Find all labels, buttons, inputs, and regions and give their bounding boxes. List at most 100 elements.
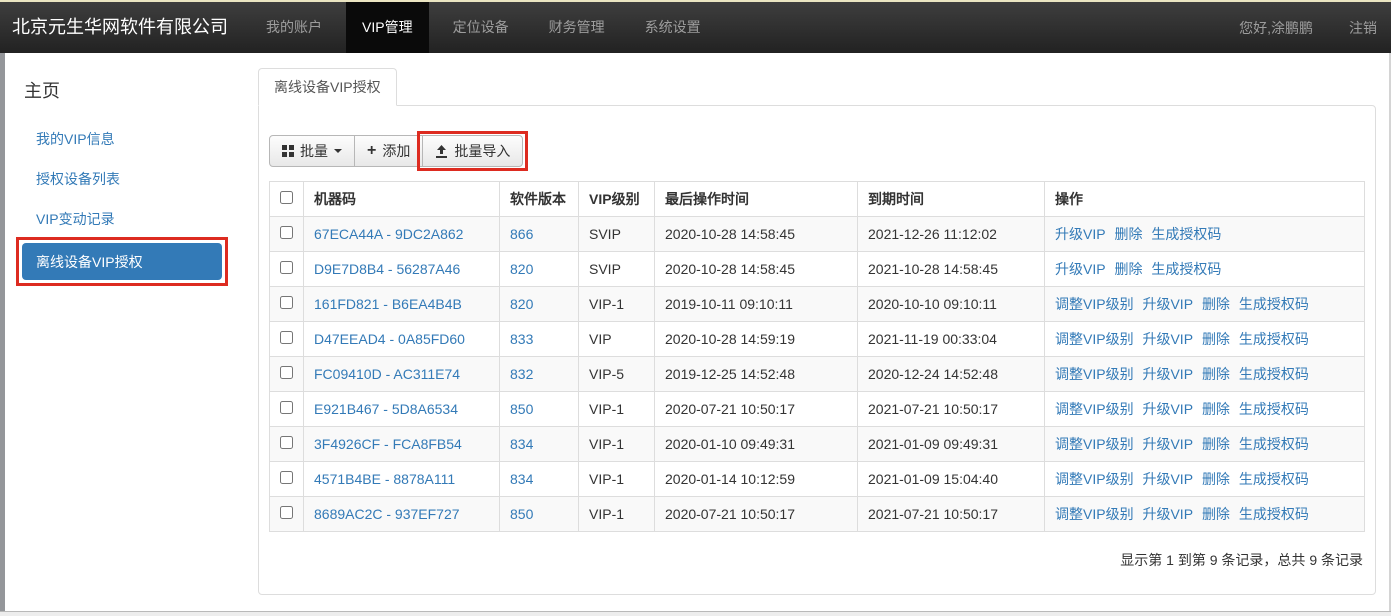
action-link[interactable]: 升级VIP [1142,401,1193,417]
action-link[interactable]: 升级VIP [1142,366,1193,382]
brand: 北京元生华网软件有限公司 [0,2,246,53]
bulk-import-button[interactable]: 批量导入 [422,135,523,167]
row-checkbox[interactable] [280,226,293,239]
sidebar-item[interactable]: 离线设备VIP授权 [22,243,222,280]
sidebar-item[interactable]: 授权设备列表 [24,159,258,199]
sidebar-item-link[interactable]: 我的VIP信息 [24,129,115,149]
row-checkbox[interactable] [280,436,293,449]
action-link[interactable]: 删除 [1202,401,1230,417]
action-link[interactable]: 调整VIP级别 [1055,401,1134,417]
machine-code-link[interactable]: 67ECA44A - 9DC2A862 [314,226,463,242]
action-link[interactable]: 生成授权码 [1239,331,1309,347]
action-link[interactable]: 升级VIP [1055,261,1106,277]
sidebar-item[interactable]: VIP变动记录 [24,199,258,239]
version-link[interactable]: 820 [510,261,533,277]
action-link[interactable]: 生成授权码 [1239,436,1309,452]
sidebar-item-link[interactable]: VIP变动记录 [24,209,115,229]
nav-item[interactable]: 我的账户 [250,2,338,53]
row-checkbox[interactable] [280,401,293,414]
machine-code-link[interactable]: FC09410D - AC311E74 [314,366,460,382]
action-link[interactable]: 升级VIP [1142,331,1193,347]
row-checkbox-cell [270,497,304,532]
table-body: 67ECA44A - 9DC2A862 866 SVIP 2020-10-28 … [270,217,1365,532]
nav-item-link[interactable]: 财务管理 [533,2,621,53]
row-checkbox[interactable] [280,331,293,344]
machine-code-link[interactable]: 4571B4BE - 8878A111 [314,471,455,487]
action-link[interactable]: 调整VIP级别 [1055,471,1134,487]
logout-link[interactable]: 注销 [1349,18,1377,38]
action-link[interactable]: 升级VIP [1142,296,1193,312]
nav-item[interactable]: 定位设备 [437,2,525,53]
row-checkbox[interactable] [280,296,293,309]
add-button[interactable]: + 添加 [354,135,423,167]
action-link[interactable]: 生成授权码 [1239,401,1309,417]
action-link[interactable]: 调整VIP级别 [1055,366,1134,382]
version-cell: 833 [500,322,579,357]
version-link[interactable]: 834 [510,471,533,487]
version-link[interactable]: 820 [510,296,533,312]
nav-item-link[interactable]: 系统设置 [629,2,717,53]
action-link[interactable]: 删除 [1202,331,1230,347]
sidebar-item-link[interactable]: 离线设备VIP授权 [22,252,143,272]
version-link[interactable]: 834 [510,436,533,452]
version-link[interactable]: 832 [510,366,533,382]
action-link[interactable]: 删除 [1202,296,1230,312]
expire-cell: 2021-07-21 10:50:17 [858,392,1045,427]
row-checkbox[interactable] [280,471,293,484]
action-link[interactable]: 调整VIP级别 [1055,331,1134,347]
nav-item-link[interactable]: 我的账户 [250,2,338,53]
expire-cell: 2021-12-26 11:12:02 [858,217,1045,252]
action-link[interactable]: 生成授权码 [1239,296,1309,312]
machine-code-link[interactable]: D9E7D8B4 - 56287A46 [314,261,460,277]
plus-icon: + [367,143,376,159]
version-cell: 834 [500,427,579,462]
nav-item[interactable]: VIP管理 [346,2,429,53]
machine-code-link[interactable]: E921B467 - 5D8A6534 [314,401,458,417]
version-link[interactable]: 866 [510,226,533,242]
window-left-edge [0,53,5,611]
nav-item-link[interactable]: 定位设备 [437,2,525,53]
machine-code-link[interactable]: 161FD821 - B6EA4B4B [314,296,462,312]
actions-cell: 调整VIP级别 升级VIP 删除 生成授权码 [1045,357,1365,392]
row-checkbox[interactable] [280,366,293,379]
action-link[interactable]: 删除 [1114,226,1142,242]
page-body: 主页 我的VIP信息 授权设备列表 VIP变动记录 [0,53,1391,595]
tab-offline-vip[interactable]: 离线设备VIP授权 [258,68,397,106]
nav-item[interactable]: 系统设置 [629,2,717,53]
nav-item-link[interactable]: VIP管理 [346,2,429,53]
action-link[interactable]: 调整VIP级别 [1055,436,1134,452]
version-cell: 832 [500,357,579,392]
machine-code-link[interactable]: 8689AC2C - 937EF727 [314,506,460,522]
version-link[interactable]: 850 [510,506,533,522]
action-link[interactable]: 升级VIP [1142,471,1193,487]
action-link[interactable]: 删除 [1202,366,1230,382]
action-link[interactable]: 调整VIP级别 [1055,506,1134,522]
batch-button[interactable]: 批量 [269,135,355,167]
action-link[interactable]: 删除 [1114,261,1142,277]
version-link[interactable]: 850 [510,401,533,417]
action-link[interactable]: 生成授权码 [1239,506,1309,522]
column-header-last-op: 最后操作时间 [655,182,858,217]
action-link[interactable]: 删除 [1202,506,1230,522]
action-link[interactable]: 调整VIP级别 [1055,296,1134,312]
sidebar-item[interactable]: 我的VIP信息 [24,119,258,159]
column-header-expire: 到期时间 [858,182,1045,217]
select-all-checkbox[interactable] [280,191,293,204]
nav-item[interactable]: 财务管理 [533,2,621,53]
machine-code-link[interactable]: D47EEAD4 - 0A85FD60 [314,331,465,347]
action-link[interactable]: 升级VIP [1142,506,1193,522]
action-link[interactable]: 删除 [1202,471,1230,487]
action-link[interactable]: 生成授权码 [1151,226,1221,242]
sidebar-item-link[interactable]: 授权设备列表 [24,169,120,189]
action-link[interactable]: 生成授权码 [1151,261,1221,277]
action-link[interactable]: 生成授权码 [1239,471,1309,487]
row-checkbox[interactable] [280,506,293,519]
row-checkbox[interactable] [280,261,293,274]
version-link[interactable]: 833 [510,331,533,347]
machine-code-link[interactable]: 3F4926CF - FCA8FB54 [314,436,462,452]
action-link[interactable]: 生成授权码 [1239,366,1309,382]
action-link[interactable]: 升级VIP [1055,226,1106,242]
actions-cell: 调整VIP级别 升级VIP 删除 生成授权码 [1045,462,1365,497]
action-link[interactable]: 删除 [1202,436,1230,452]
action-link[interactable]: 升级VIP [1142,436,1193,452]
